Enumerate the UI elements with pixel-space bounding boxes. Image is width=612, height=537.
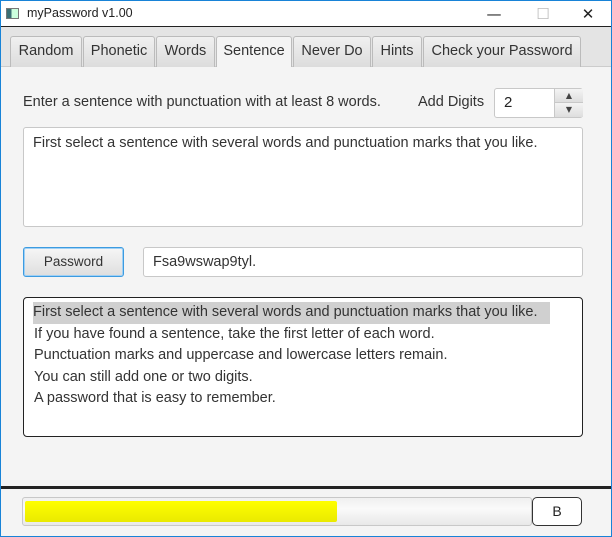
- info-line: If you have found a sentence, take the f…: [34, 325, 435, 342]
- tab-bar: Random Phonetic Words Sentence Never Do …: [1, 27, 611, 68]
- increment-arrow-icon[interactable]: ▲: [554, 89, 583, 103]
- minimize-button[interactable]: —: [471, 3, 517, 25]
- sentence-input[interactable]: First select a sentence with several wor…: [23, 127, 583, 227]
- decrement-arrow-icon[interactable]: ▼: [554, 103, 583, 117]
- info-line: Punctuation marks and uppercase and lowe…: [34, 347, 448, 363]
- tab-check-your-password[interactable]: Check your Password: [423, 36, 581, 67]
- maximize-button[interactable]: ☐: [520, 3, 566, 25]
- tab-sentence[interactable]: Sentence: [216, 36, 292, 68]
- tab-never-do[interactable]: Never Do: [293, 36, 371, 67]
- info-line: First select a sentence with several wor…: [33, 302, 550, 324]
- instruction-label: Enter a sentence with punctuation with a…: [23, 94, 381, 110]
- close-button[interactable]: ✕: [565, 3, 611, 25]
- info-line: A password that is easy to remember.: [34, 390, 276, 406]
- add-digits-label: Add Digits: [418, 94, 485, 110]
- strength-progress-fill: [25, 501, 338, 522]
- add-digits-value[interactable]: 2: [504, 94, 512, 111]
- password-button[interactable]: Password: [23, 247, 124, 277]
- strength-progress-bar: [22, 497, 532, 526]
- tab-hints[interactable]: Hints: [372, 36, 422, 67]
- password-output-field[interactable]: Fsa9wswap9tyl.: [143, 247, 583, 277]
- strength-grade-button[interactable]: B: [532, 497, 582, 526]
- add-digits-spinner[interactable]: 2 ▲ ▼: [494, 88, 583, 118]
- tab-phonetic[interactable]: Phonetic: [83, 36, 155, 67]
- tab-random[interactable]: Random: [10, 36, 82, 67]
- app-icon: [6, 8, 19, 19]
- tab-words[interactable]: Words: [156, 36, 215, 67]
- info-line: You can still add one or two digits.: [34, 368, 253, 385]
- app-window: myPassword v1.00 — ☐ ✕ Random Phonetic W…: [0, 0, 612, 537]
- window-title: myPassword v1.00: [27, 6, 133, 20]
- title-bar: myPassword v1.00 — ☐ ✕: [1, 1, 611, 27]
- info-text-area[interactable]: First select a sentence with several wor…: [23, 297, 583, 437]
